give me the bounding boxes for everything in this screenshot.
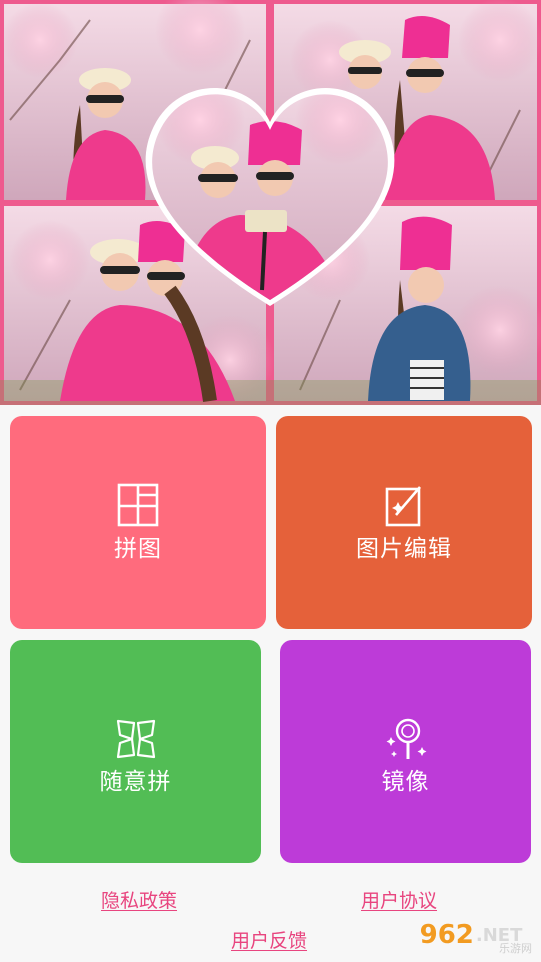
photo-edit-tile-label: 图片编辑: [356, 535, 452, 562]
photo-edit-tile[interactable]: 图片编辑: [276, 416, 532, 629]
collage-preview: [0, 0, 541, 405]
user-agreement-link[interactable]: 用户协议: [361, 886, 437, 913]
mirror-tile-label: 镜像: [381, 768, 430, 795]
collage-tile-label: 拼图: [114, 535, 162, 562]
collage-image: [0, 0, 541, 405]
freestyle-collage-tile-label: 随意拼: [99, 768, 172, 795]
watermark-number: 962: [419, 920, 474, 950]
watermark-logo: 962 .NET 乐游网: [404, 912, 538, 958]
privacy-policy-link[interactable]: 隐私政策: [101, 886, 177, 913]
user-feedback-link[interactable]: 用户反馈: [231, 926, 307, 953]
grid-layout-icon: [117, 483, 159, 526]
freestyle-collage-tile[interactable]: 随意拼: [10, 640, 261, 863]
freestyle-collage-icon: [116, 719, 155, 758]
mirror-icon: [386, 718, 426, 759]
photo-edit-icon: [385, 485, 421, 526]
mirror-tile[interactable]: 镜像: [280, 640, 531, 863]
watermark-site-name: 乐游网: [499, 942, 532, 955]
collage-tile[interactable]: 拼图: [10, 416, 266, 629]
